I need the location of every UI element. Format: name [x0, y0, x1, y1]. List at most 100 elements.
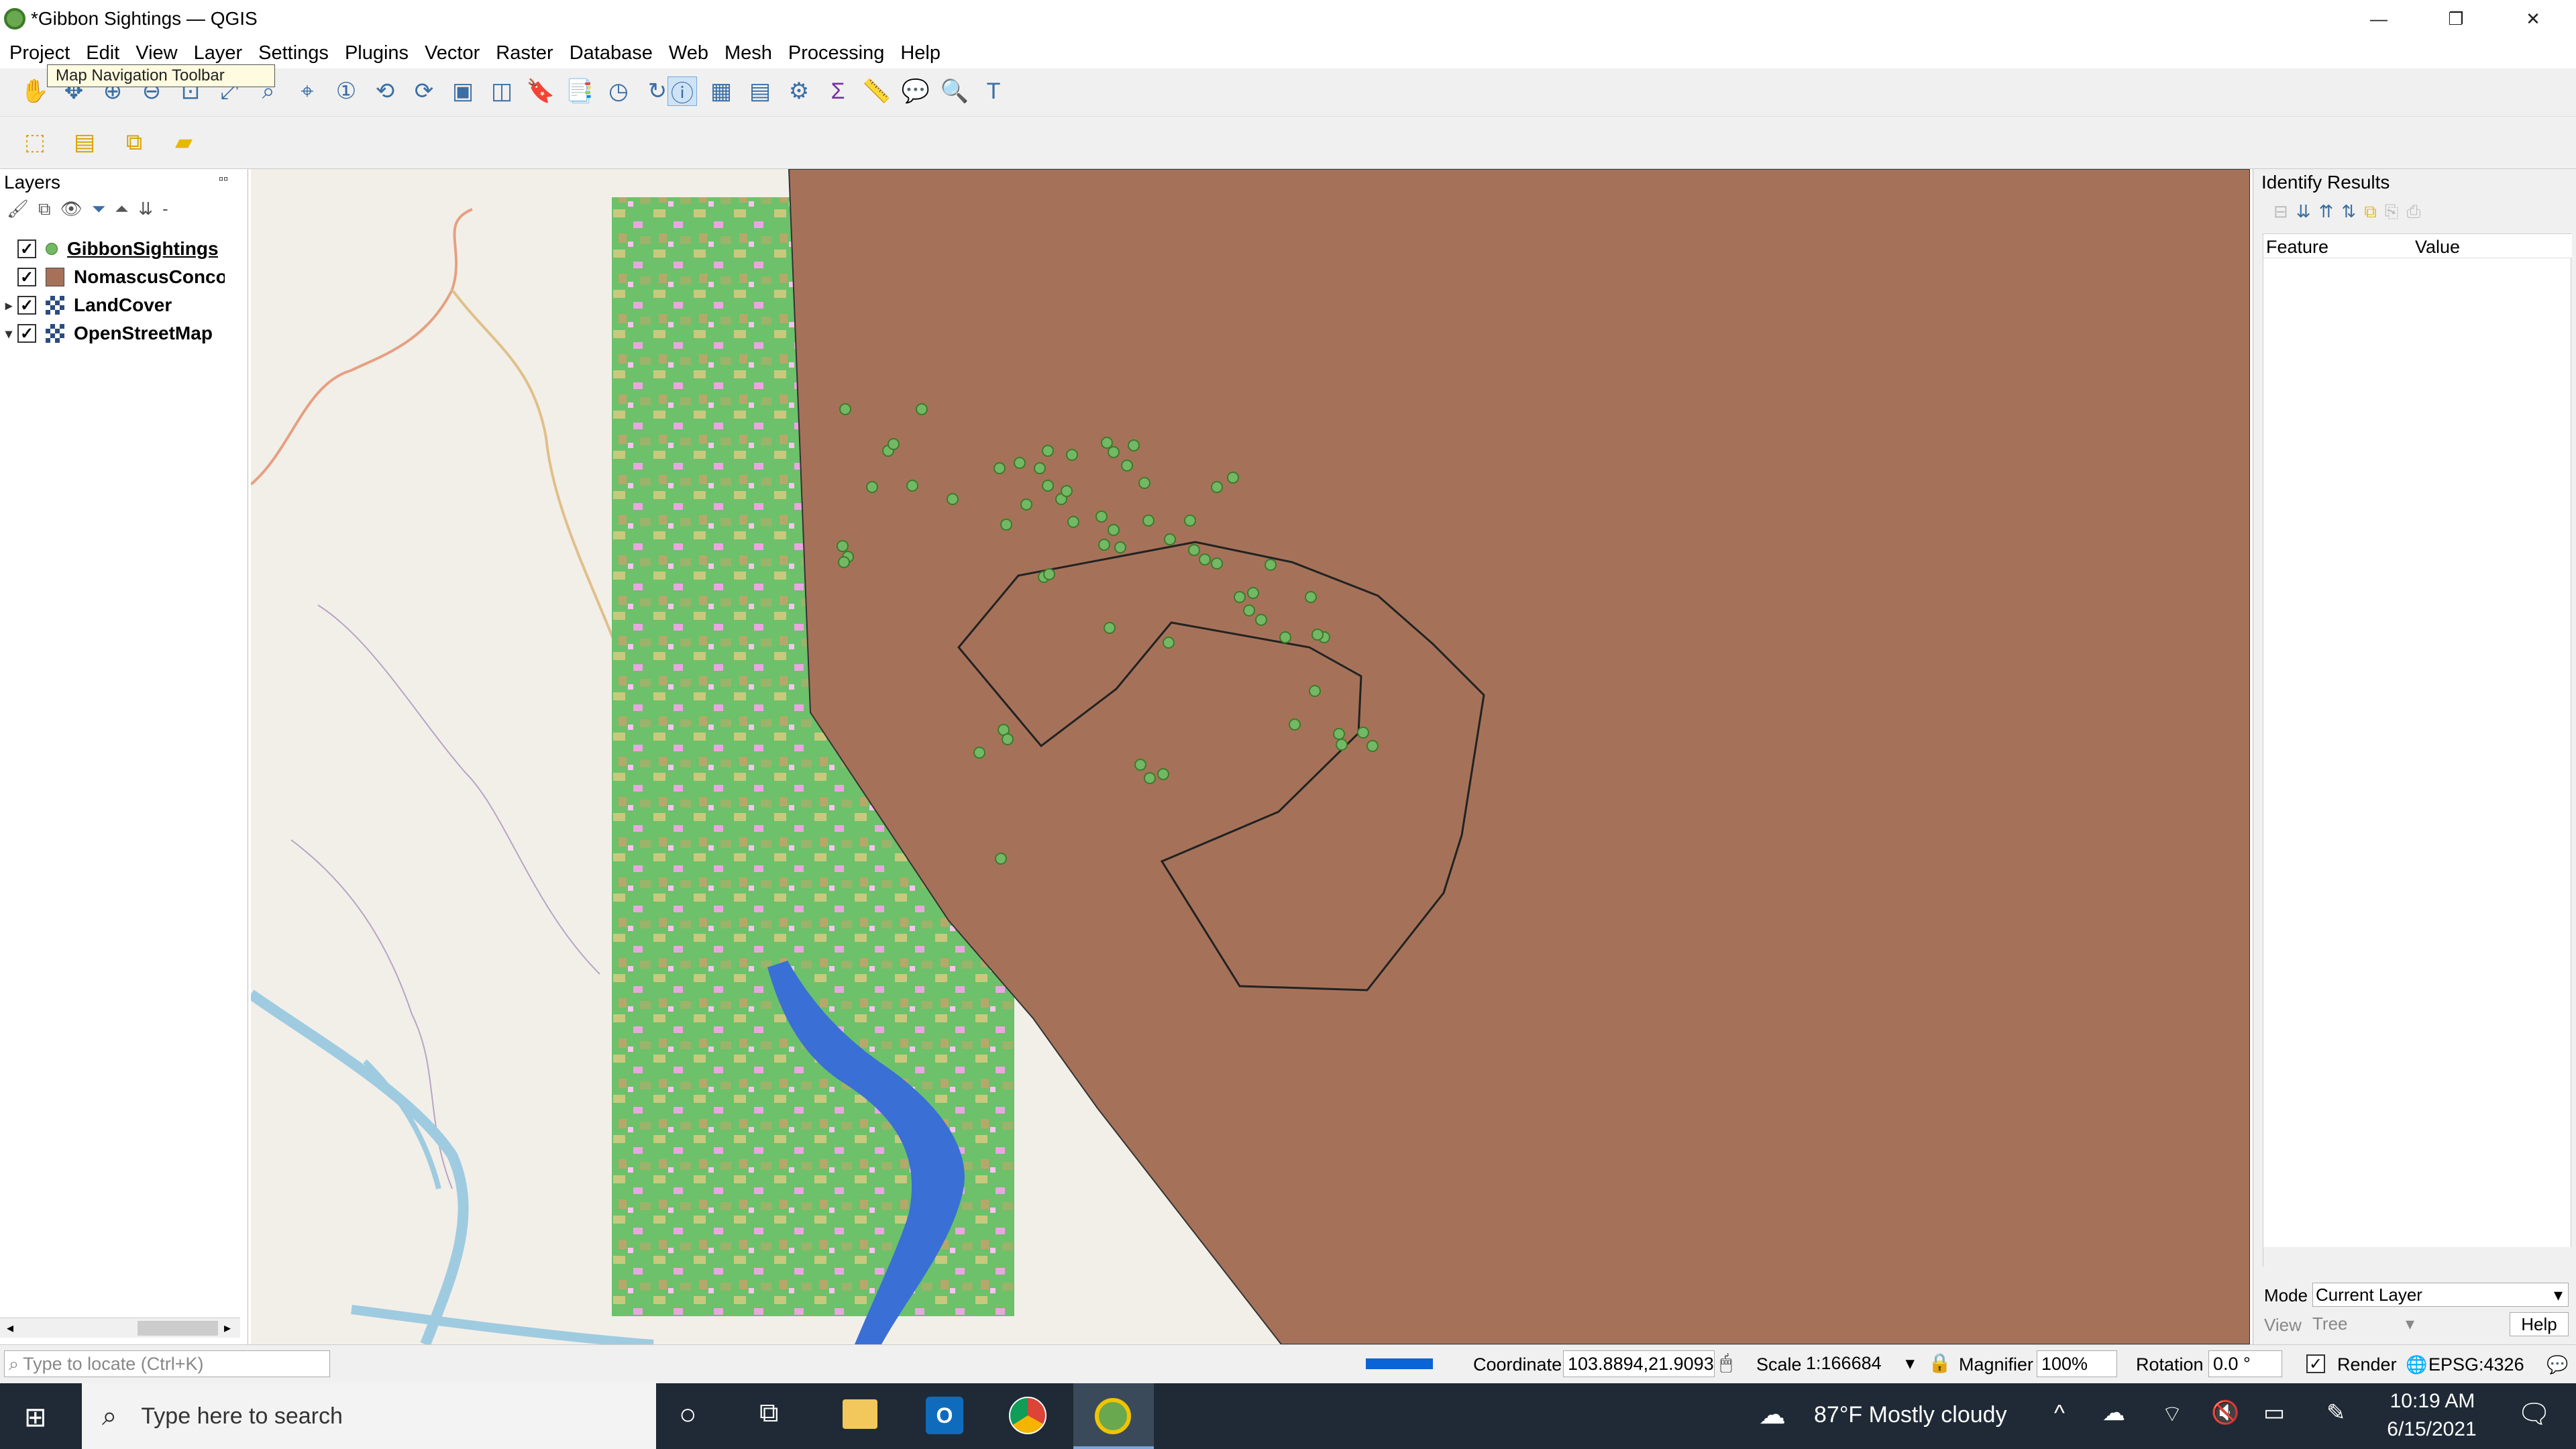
gibbon-sighting-point[interactable] — [1104, 622, 1116, 634]
identify-features-icon[interactable]: ⓘ — [667, 76, 697, 107]
menu-help[interactable]: Help — [900, 38, 941, 68]
select-features-icon[interactable]: ⬚ — [20, 127, 50, 157]
menu-mesh[interactable]: Mesh — [724, 38, 772, 68]
lock-icon[interactable]: 🔒 — [1928, 1352, 1951, 1374]
restore-button[interactable]: ❐ — [2418, 0, 2493, 38]
gibbon-sighting-point[interactable] — [1142, 515, 1155, 527]
task-view-icon[interactable]: ⧉ — [759, 1398, 779, 1428]
weather-text[interactable]: 87°F Mostly cloudy — [1814, 1402, 2007, 1428]
menu-database[interactable]: Database — [570, 38, 653, 68]
toggle-extents-icon[interactable]: 🖱 — [1720, 1352, 1732, 1375]
print-response-icon[interactable]: ⎙ — [2407, 201, 2421, 223]
gibbon-sighting-point[interactable] — [1211, 557, 1223, 570]
network-icon[interactable]: ⌔ — [2161, 1399, 2183, 1428]
menu-processing[interactable]: Processing — [788, 38, 884, 68]
zoom-next-icon[interactable]: ⟳ — [409, 76, 439, 106]
expand-all-icon[interactable]: ⇊ — [138, 199, 153, 220]
collapse-icon[interactable]: ▾ — [0, 325, 17, 342]
filter-legend-icon[interactable]: ⏷ — [92, 199, 106, 220]
layer-row-openstreetmap[interactable]: ▾ ✓ OpenStreetMap — [0, 319, 248, 347]
gibbon-sighting-point[interactable] — [1042, 480, 1054, 492]
gibbon-sighting-point[interactable] — [1289, 718, 1301, 731]
menu-web[interactable]: Web — [669, 38, 708, 68]
gibbon-sighting-point[interactable] — [1043, 568, 1055, 580]
gibbon-sighting-point[interactable] — [1014, 457, 1026, 469]
rotation-field[interactable]: 0.0 ° — [2208, 1350, 2282, 1377]
feature-column-header[interactable]: Feature — [2266, 237, 2400, 258]
open-field-calculator-icon[interactable]: ▤ — [745, 76, 775, 106]
new-3d-view-icon[interactable]: ◫ — [487, 76, 517, 106]
battery-icon[interactable]: ▭ — [2263, 1399, 2285, 1426]
select-by-value-icon[interactable]: ▤ — [70, 127, 99, 157]
gibbon-sighting-point[interactable] — [1020, 498, 1032, 511]
taskbar-search-box[interactable]: ⌕ Type here to search — [82, 1383, 656, 1449]
layer-checkbox[interactable]: ✓ — [17, 324, 36, 343]
gibbon-sighting-point[interactable] — [1157, 768, 1169, 780]
open-attribute-table-icon[interactable]: ▦ — [706, 76, 736, 106]
clear-results-icon[interactable]: ⧉ — [2364, 201, 2377, 223]
gibbon-sighting-point[interactable] — [1095, 511, 1108, 523]
windows-start-icon[interactable]: ⊞ — [24, 1402, 47, 1433]
filter-expression-icon[interactable]: ⏶ — [115, 199, 129, 220]
coordinate-field[interactable]: 103.8894,21.9093 — [1563, 1350, 1715, 1377]
gibbon-sighting-point[interactable] — [1144, 772, 1156, 784]
gibbon-sighting-point[interactable] — [1067, 516, 1079, 528]
help-button[interactable]: Help — [2510, 1312, 2569, 1336]
scale-select[interactable]: 1:166684 ▾ — [1802, 1350, 1915, 1377]
pen-icon[interactable]: ✎ — [2326, 1399, 2346, 1426]
gibbon-sighting-point[interactable] — [1042, 445, 1054, 457]
add-group-icon[interactable]: ⧉ — [38, 199, 51, 220]
layer-row-nomascus[interactable]: ✓ NomascusConcolor — [0, 263, 248, 291]
new-map-view-icon[interactable]: ▣ — [448, 76, 478, 106]
locator-search-field[interactable]: ⌕ Type to locate (Ctrl+K) — [4, 1350, 330, 1377]
zoom-layer-icon[interactable]: ⌖ — [292, 76, 322, 106]
show-bookmarks-icon[interactable]: 📑 — [565, 76, 594, 106]
gibbon-sighting-point[interactable] — [973, 747, 985, 759]
gibbon-sighting-point[interactable] — [1243, 604, 1255, 616]
gibbon-sighting-point[interactable] — [1108, 524, 1120, 536]
locator-icon[interactable]: 🔍 — [940, 76, 969, 106]
menu-vector[interactable]: Vector — [425, 38, 480, 68]
expand-all-icon[interactable]: ⇅ — [2341, 201, 2356, 223]
gibbon-sighting-point[interactable] — [1121, 460, 1133, 472]
clock-date[interactable]: 6/15/2021 — [2381, 1418, 2482, 1441]
temporal-controller-icon[interactable]: ◷ — [604, 76, 633, 106]
menu-raster[interactable]: Raster — [496, 38, 553, 68]
value-column-header[interactable]: Value — [2415, 237, 2460, 258]
gibbon-sighting-point[interactable] — [1333, 728, 1345, 740]
gibbon-sighting-point[interactable] — [916, 403, 928, 415]
outlook-icon[interactable]: O — [926, 1397, 963, 1434]
gibbon-sighting-point[interactable] — [1108, 446, 1120, 458]
measure-line-icon[interactable]: 📏 — [862, 76, 892, 106]
gibbon-sighting-point[interactable] — [1002, 733, 1014, 745]
text-annotation-icon[interactable]: T — [979, 76, 1008, 106]
collapse-tree-icon[interactable]: ⇊ — [2296, 201, 2311, 223]
layer-row-gibbonsightings[interactable]: ✓ GibbonSightings — [0, 235, 248, 263]
gibbon-sighting-point[interactable] — [1199, 553, 1211, 566]
magnifier-field[interactable]: 100% — [2037, 1350, 2117, 1377]
close-button[interactable]: ✕ — [2496, 0, 2571, 38]
gibbon-sighting-point[interactable] — [947, 493, 959, 505]
gibbon-sighting-point[interactable] — [1163, 637, 1175, 649]
layer-checkbox[interactable]: ✓ — [17, 296, 36, 315]
gibbon-sighting-point[interactable] — [1184, 515, 1196, 527]
gibbon-sighting-point[interactable] — [888, 438, 900, 450]
mode-select[interactable]: Current Layer ▾ — [2312, 1283, 2569, 1307]
crs-button[interactable]: EPSG:4326 — [2428, 1354, 2524, 1375]
gibbon-sighting-point[interactable] — [1098, 539, 1110, 551]
gibbon-sighting-point[interactable] — [1227, 472, 1239, 484]
gibbon-sighting-point[interactable] — [1234, 591, 1246, 603]
gibbon-sighting-point[interactable] — [906, 480, 918, 492]
layers-horizontal-scrollbar[interactable]: ◂ ▸ — [0, 1318, 240, 1338]
gibbon-sighting-point[interactable] — [1255, 614, 1267, 626]
gibbon-sighting-point[interactable] — [839, 403, 851, 415]
deselect-features-icon[interactable]: ⧉ — [119, 127, 149, 157]
gibbon-sighting-point[interactable] — [995, 853, 1007, 865]
gibbon-sighting-point[interactable] — [1138, 477, 1150, 489]
gibbon-sighting-point[interactable] — [1336, 739, 1348, 751]
statistical-summary-icon[interactable]: Σ — [823, 76, 853, 106]
gibbon-sighting-point[interactable] — [1279, 631, 1291, 643]
weather-cloud-icon[interactable]: ☁ — [1759, 1399, 1786, 1430]
gibbon-sighting-point[interactable] — [1066, 449, 1078, 461]
gibbon-sighting-point[interactable] — [1114, 541, 1126, 553]
